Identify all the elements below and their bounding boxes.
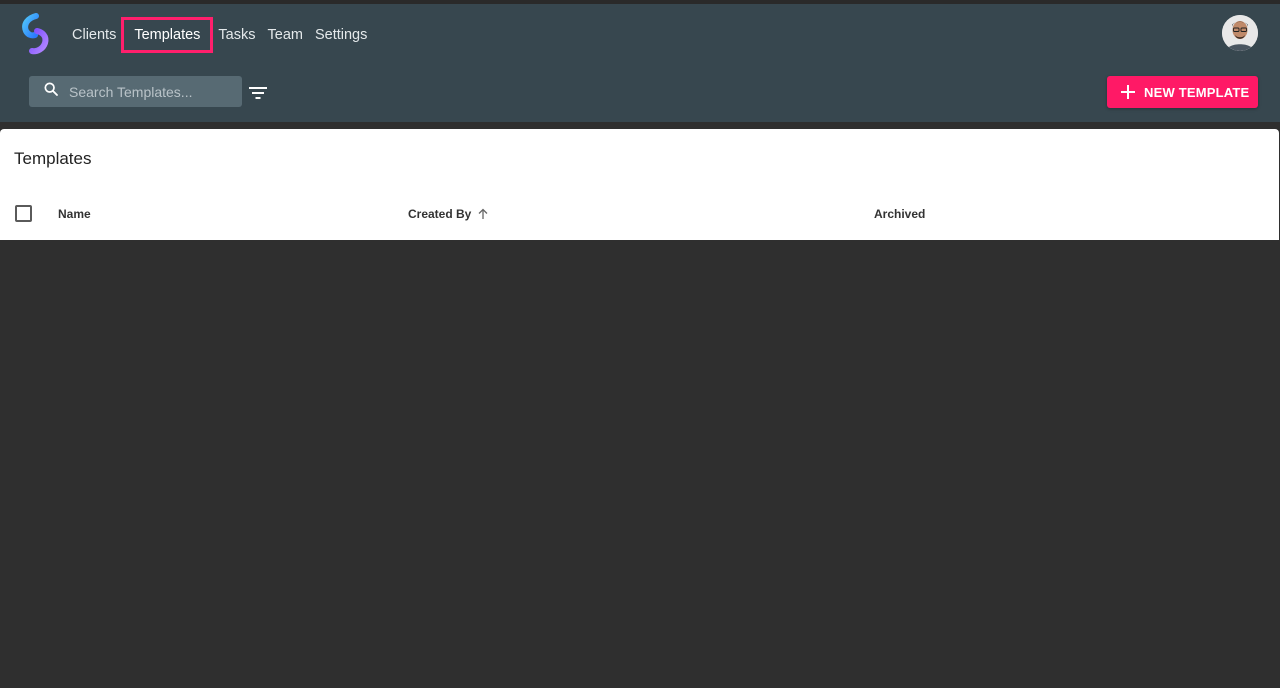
search-box xyxy=(29,76,242,107)
user-avatar[interactable] xyxy=(1222,15,1258,51)
column-header-created-by-label: Created By xyxy=(408,207,472,221)
nav-templates[interactable]: Templates xyxy=(121,17,214,53)
column-header-name[interactable]: Name xyxy=(58,207,91,221)
search-icon xyxy=(43,81,59,102)
app-logo-icon[interactable] xyxy=(20,13,52,55)
templates-panel: Templates Name Created By Archived xyxy=(0,129,1279,240)
top-app-bar: Clients Templates Tasks Team Settings Se… xyxy=(0,0,1280,122)
column-header-created-by[interactable]: Created By xyxy=(408,207,489,221)
main-nav: Clients Templates Tasks Team Settings xyxy=(66,17,373,53)
new-template-button[interactable]: NEW TEMPLATE xyxy=(1107,76,1258,108)
filter-icon xyxy=(249,87,267,99)
filter-button[interactable] xyxy=(248,83,268,103)
column-header-archived[interactable]: Archived xyxy=(874,207,925,221)
nav-tasks[interactable]: Tasks xyxy=(212,20,261,50)
nav-settings[interactable]: Settings xyxy=(309,20,373,50)
select-all-checkbox[interactable] xyxy=(15,205,32,222)
page-title: Templates xyxy=(14,149,92,168)
new-template-label: NEW TEMPLATE xyxy=(1144,84,1250,100)
nav-clients[interactable]: Clients xyxy=(66,20,122,50)
search-input[interactable] xyxy=(69,83,229,100)
nav-team[interactable]: Team xyxy=(262,20,309,50)
bottom-edge xyxy=(0,688,1280,693)
arrow-up-icon xyxy=(478,208,488,219)
plus-icon xyxy=(1121,85,1135,99)
